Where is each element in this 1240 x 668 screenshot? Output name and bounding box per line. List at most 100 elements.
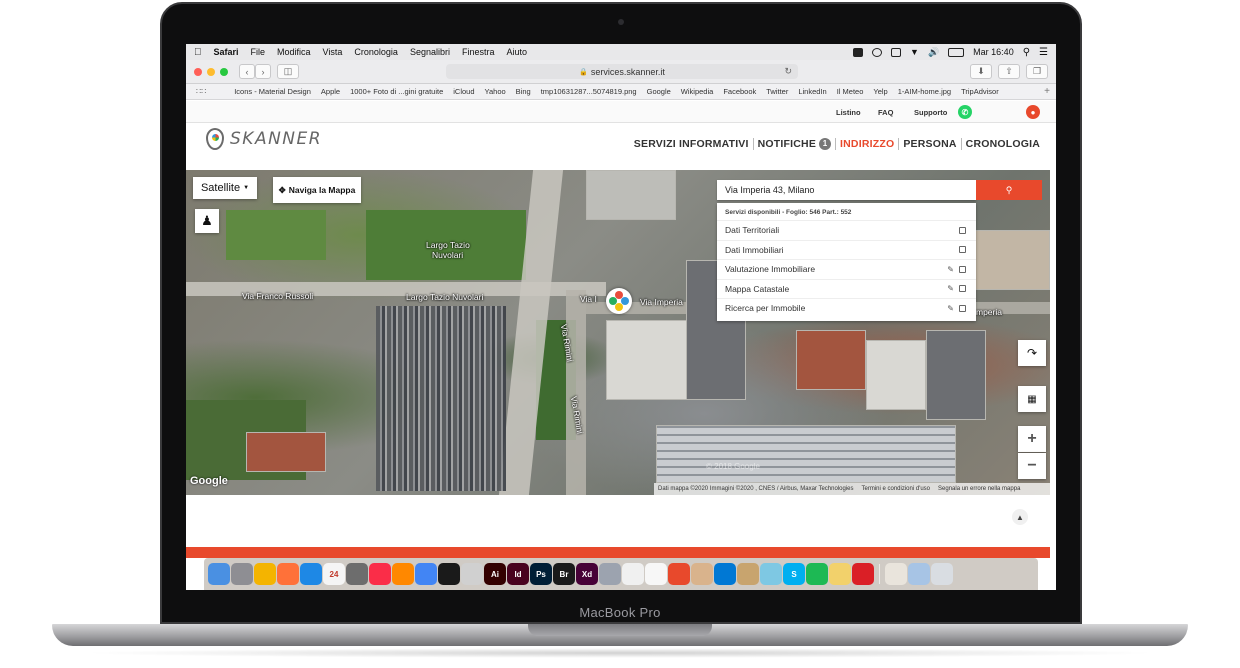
bookmark-item[interactable]: Yelp [873,87,887,96]
pencil-icon[interactable]: ✎ [947,284,954,293]
listino-link[interactable]: Listino [836,108,861,117]
scroll-to-top-button[interactable]: ▲ [1012,509,1028,525]
service-checkbox[interactable] [959,246,966,254]
pencil-icon[interactable]: ✎ [947,304,954,313]
script-editor-icon[interactable] [829,563,851,585]
nav-cronologia[interactable]: CRONOLOGIA [966,138,1040,150]
menu-modifica[interactable]: Modifica [277,47,311,57]
photos-icon[interactable] [760,563,782,585]
minimize-window-button[interactable] [207,67,215,76]
nav-servizi-informativi[interactable]: SERVIZI INFORMATIVI [634,138,749,150]
nav-notifiche[interactable]: NOTIFICHE [758,138,816,150]
finder-icon[interactable] [208,563,230,585]
zoom-in-button[interactable]: + [1018,426,1046,452]
vlc-icon[interactable] [392,563,414,585]
sketch-notebook-icon[interactable] [737,563,759,585]
location-marker[interactable] [606,288,632,314]
firefox-icon[interactable] [277,563,299,585]
sidebar-toggle-icon[interactable]: ◫ [277,64,299,79]
map-report-link[interactable]: Segnala un errore nella mappa [938,486,1020,492]
satellite-map[interactable]: Largo Tazio Nuvolari Via Franco Russoli … [186,170,1050,495]
favorites-grid-icon[interactable]: ∷∷ [196,87,206,96]
illustrator-icon[interactable]: Ai [484,563,506,585]
back-button[interactable]: ‹ [239,64,255,79]
xd-icon[interactable]: Xd [576,563,598,585]
user-avatar-icon[interactable]: ● [1026,105,1040,119]
service-item-valutazione-immobiliare[interactable]: Valutazione Immobiliare ✎ [717,259,976,279]
forward-button[interactable]: › [255,64,271,79]
wifi-icon[interactable]: ▼ [910,47,919,57]
bookmark-item[interactable]: 1-AIM-home.jpg [898,87,951,96]
whatsapp-icon[interactable]: ✆ [958,105,972,119]
vscode-icon[interactable] [714,563,736,585]
menu-segnalibri[interactable]: Segnalibri [410,47,450,57]
menu-cronologia[interactable]: Cronologia [354,47,398,57]
control-center-icon[interactable]: ☰ [1039,47,1048,58]
close-window-button[interactable] [194,67,202,76]
xmind-icon[interactable] [668,563,690,585]
bookmark-item[interactable]: LinkedIn [798,87,826,96]
skype-icon[interactable]: S [783,563,805,585]
bookmark-item[interactable]: Google [647,87,671,96]
map-type-select[interactable]: Satellite ▼ [193,177,257,199]
address-search-input[interactable]: Via Imperia 43, Milano [717,180,976,200]
rotate-map-icon[interactable]: ↷ [1018,340,1046,366]
supporto-link[interactable]: Supporto [914,108,947,117]
safari-icon[interactable] [300,563,322,585]
bookmark-item[interactable]: Facebook [723,87,756,96]
music-icon[interactable] [369,563,391,585]
trash-icon[interactable] [931,563,953,585]
preview-icon[interactable] [346,563,368,585]
tabs-overview-icon[interactable]: ❐ [1026,64,1048,79]
site-logo[interactable]: SKANNER [206,128,322,150]
documents-stack-icon[interactable] [908,563,930,585]
creative-cloud-status-icon[interactable] [872,47,883,57]
pages-icon[interactable] [645,563,667,585]
window-status-icon[interactable] [891,47,902,57]
pencil-icon[interactable]: ✎ [947,265,954,274]
downloads-stack-icon[interactable] [885,563,907,585]
calendar-icon[interactable]: 24 [323,563,345,585]
share-icon[interactable]: ⇧ [998,64,1020,79]
acrobat-reader-icon[interactable] [461,563,483,585]
address-bar[interactable]: 🔒 services.skanner.it ↻ [446,64,798,79]
reload-icon[interactable]: ↻ [784,66,792,77]
bookmark-item[interactable]: Wikipedia [681,87,714,96]
bookmark-item[interactable]: Apple [321,87,340,96]
service-checkbox[interactable] [959,285,966,293]
menu-app-name[interactable]: Safari [214,47,239,57]
notes-icon[interactable] [691,563,713,585]
service-item-mappa-catastale[interactable]: Mappa Catastale ✎ [717,278,976,299]
service-item-dati-territoriali[interactable]: Dati Territoriali [717,220,976,240]
menubar-clock[interactable]: Mar 16:40 [973,47,1014,57]
battery-icon[interactable] [948,47,965,57]
map-terms-link[interactable]: Termini e condizioni d'uso [862,486,931,492]
street-view-pegman-icon[interactable]: ♟ [195,209,219,233]
bookmark-item[interactable]: Twitter [766,87,788,96]
chrome-icon[interactable] [254,563,276,585]
navigate-map-button[interactable]: ✥ Naviga la Mappa [273,177,361,203]
menu-aiuto[interactable]: Aiuto [506,47,527,57]
textedit-icon[interactable] [622,563,644,585]
photoshop-icon[interactable]: Ps [530,563,552,585]
spotify-icon[interactable] [806,563,828,585]
menu-finestra[interactable]: Finestra [462,47,495,57]
nav-persona[interactable]: PERSONA [903,138,956,150]
service-checkbox[interactable] [959,304,966,312]
downloads-icon[interactable]: ⬇ [970,64,992,79]
creative-cloud-icon[interactable] [852,563,874,585]
bookmark-item[interactable]: tmp10631287...5074819.png [541,87,637,96]
system-preferences-icon[interactable] [231,563,253,585]
service-checkbox[interactable] [959,265,966,273]
new-tab-plus-icon[interactable]: + [1044,86,1050,97]
apple-menu-icon[interactable]:  [194,47,202,58]
indesign-icon[interactable]: Id [507,563,529,585]
spotlight-search-icon[interactable]: ⚲ [1023,47,1030,58]
address-search-button[interactable]: ⚲ [976,180,1042,200]
zoom-out-button[interactable]: − [1018,453,1046,479]
bookmark-item[interactable]: Bing [516,87,531,96]
bookmark-item[interactable]: Yahoo [485,87,506,96]
service-checkbox[interactable] [959,226,966,234]
acrobat-icon[interactable] [438,563,460,585]
bookmark-item[interactable]: iCloud [453,87,474,96]
